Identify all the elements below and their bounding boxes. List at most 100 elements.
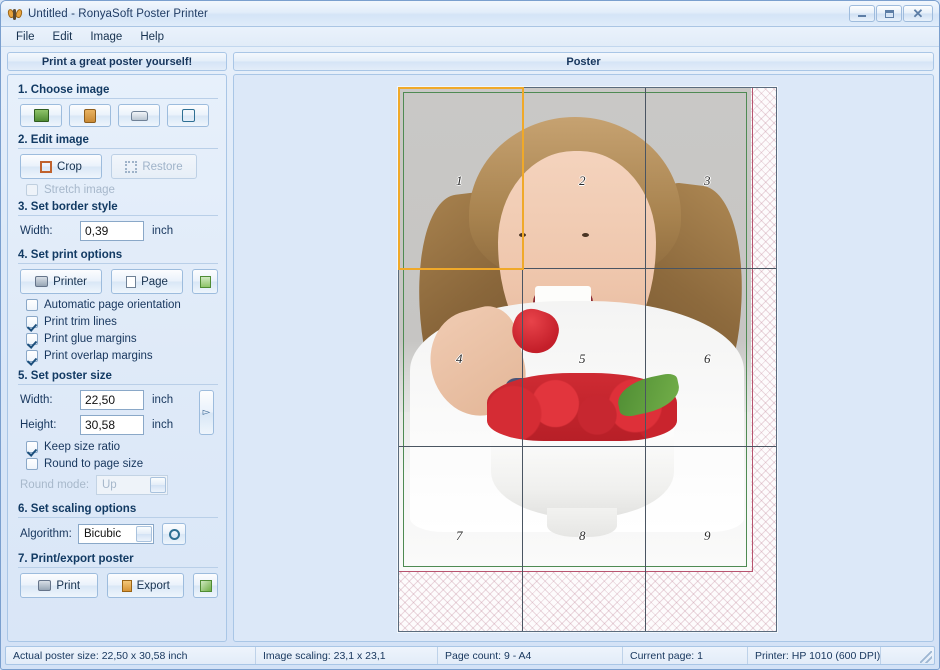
page-number: 2 bbox=[579, 173, 586, 188]
restore-label: Restore bbox=[142, 160, 183, 173]
status-page-count: Page count: 9 - A4 bbox=[438, 647, 623, 664]
algorithm-row: Algorithm: Bicubic bbox=[20, 523, 218, 545]
printer-icon bbox=[38, 580, 52, 591]
scan-image-button[interactable] bbox=[118, 104, 160, 127]
trim-line-vertical bbox=[645, 88, 646, 631]
close-button[interactable]: ✕ bbox=[903, 5, 933, 22]
trim-lines-checkbox[interactable] bbox=[26, 316, 38, 328]
divider bbox=[18, 384, 218, 385]
printer-label: Printer bbox=[53, 275, 87, 288]
page-number: 5 bbox=[579, 351, 586, 366]
crop-button[interactable]: Crop bbox=[20, 154, 102, 179]
algorithm-value: Bicubic bbox=[84, 528, 122, 540]
page-number: 6 bbox=[704, 351, 711, 366]
page-number: 1 bbox=[456, 173, 463, 188]
poster-height-input[interactable]: 30,58 bbox=[80, 415, 144, 435]
overlap-margins-row[interactable]: Print overlap margins bbox=[26, 350, 218, 362]
copy-page-icon bbox=[199, 275, 211, 288]
algorithm-select[interactable]: Bicubic bbox=[78, 524, 154, 544]
status-image-scaling: Image scaling: 23,1 x 23,1 bbox=[256, 647, 438, 664]
keep-ratio-label: Keep size ratio bbox=[44, 441, 121, 453]
menu-image[interactable]: Image bbox=[81, 29, 131, 45]
title-bar: Untitled - RonyaSoft Poster Printer ✕ bbox=[1, 1, 939, 27]
keep-ratio-row[interactable]: Keep size ratio bbox=[26, 441, 218, 453]
external-editor-button[interactable] bbox=[167, 104, 209, 127]
stretch-image-label: Stretch image bbox=[44, 184, 115, 196]
auto-orientation-checkbox[interactable] bbox=[26, 299, 38, 311]
round-mode-select[interactable]: Up bbox=[96, 475, 168, 495]
border-width-input[interactable]: 0,39 bbox=[80, 221, 144, 241]
divider bbox=[18, 263, 218, 264]
export-button[interactable]: Export bbox=[107, 573, 185, 598]
poster-height-unit: inch bbox=[152, 419, 174, 431]
page-number: 7 bbox=[456, 528, 463, 543]
glue-margins-row[interactable]: Print glue margins bbox=[26, 333, 218, 345]
page-settings-button[interactable]: Page bbox=[111, 269, 183, 294]
algorithm-label: Algorithm: bbox=[20, 528, 72, 540]
chevron-down-icon[interactable] bbox=[136, 526, 152, 542]
maximize-button[interactable] bbox=[876, 5, 902, 22]
overlap-margins-checkbox[interactable] bbox=[26, 350, 38, 362]
minimize-button[interactable] bbox=[849, 5, 875, 22]
round-to-page-checkbox[interactable] bbox=[26, 458, 38, 470]
stretch-image-checkbox[interactable] bbox=[26, 184, 38, 196]
export-label: Export bbox=[136, 579, 170, 592]
butterfly-icon bbox=[6, 6, 24, 22]
round-to-page-row[interactable]: Round to page size bbox=[26, 458, 218, 470]
scanner-icon bbox=[130, 110, 148, 121]
trim-line-horizontal bbox=[399, 268, 776, 269]
crop-label: Crop bbox=[57, 160, 82, 173]
section-title-edit-image: 2. Edit image bbox=[18, 134, 89, 146]
poster-canvas[interactable]: 1 2 3 4 5 6 7 8 9 bbox=[398, 87, 777, 632]
edit-image-buttons: Crop Restore bbox=[20, 154, 218, 179]
left-panel-header: Print a great poster yourself! bbox=[7, 52, 227, 71]
export-file-icon bbox=[121, 579, 132, 592]
divider bbox=[18, 567, 218, 568]
divider bbox=[18, 148, 218, 149]
resize-grip[interactable] bbox=[920, 651, 932, 663]
stretch-image-row[interactable]: Stretch image bbox=[26, 184, 218, 196]
external-link-icon bbox=[181, 109, 195, 122]
paste-image-icon bbox=[84, 108, 96, 123]
print-button[interactable]: Print bbox=[20, 573, 99, 598]
magnifier-icon bbox=[168, 528, 180, 540]
preview-scaling-button[interactable] bbox=[162, 523, 186, 545]
chevron-down-icon[interactable] bbox=[150, 477, 166, 493]
round-mode-value: Up bbox=[102, 479, 117, 491]
poster-width-row: Width: 22,50 inch bbox=[20, 390, 218, 410]
section-title-border-style: 3. Set border style bbox=[18, 201, 118, 213]
menu-help[interactable]: Help bbox=[131, 29, 173, 45]
section-title-print-options: 4. Set print options bbox=[18, 249, 123, 261]
glue-margins-label: Print glue margins bbox=[44, 333, 137, 345]
menu-file[interactable]: File bbox=[7, 29, 44, 45]
open-image-button[interactable] bbox=[20, 104, 62, 127]
overlap-margins-label: Print overlap margins bbox=[44, 350, 153, 362]
restore-icon bbox=[125, 160, 138, 173]
printer-settings-button[interactable]: Printer bbox=[20, 269, 102, 294]
chevron-right-icon: ▻ bbox=[202, 407, 211, 418]
export-preset-button[interactable] bbox=[193, 573, 218, 598]
status-current-page: Current page: 1 bbox=[623, 647, 748, 664]
restore-button[interactable]: Restore bbox=[111, 154, 197, 179]
auto-orientation-row[interactable]: Automatic page orientation bbox=[26, 299, 218, 311]
round-to-page-label: Round to page size bbox=[44, 458, 144, 470]
paste-image-button[interactable] bbox=[69, 104, 111, 127]
section-title-print-export: 7. Print/export poster bbox=[18, 553, 134, 565]
page-label: Page bbox=[141, 275, 168, 288]
page-number: 4 bbox=[456, 351, 463, 366]
poster-width-input[interactable]: 22,50 bbox=[80, 390, 144, 410]
keep-ratio-checkbox[interactable] bbox=[26, 441, 38, 453]
border-width-row: Width: 0,39 inch bbox=[20, 221, 218, 241]
trim-line-horizontal bbox=[399, 446, 776, 447]
page-preset-button[interactable] bbox=[192, 269, 218, 294]
link-size-ratio-button[interactable]: ▻ bbox=[199, 390, 214, 435]
poster-preview-area[interactable]: 1 2 3 4 5 6 7 8 9 bbox=[233, 74, 934, 642]
border-width-label: Width: bbox=[20, 225, 53, 237]
section-title-poster-size: 5. Set poster size bbox=[18, 370, 112, 382]
choose-image-buttons bbox=[20, 104, 218, 127]
menu-edit[interactable]: Edit bbox=[44, 29, 82, 45]
trim-lines-row[interactable]: Print trim lines bbox=[26, 316, 218, 328]
glue-margins-checkbox[interactable] bbox=[26, 333, 38, 345]
crop-icon bbox=[40, 160, 53, 173]
print-options-buttons: Printer Page bbox=[20, 269, 218, 294]
